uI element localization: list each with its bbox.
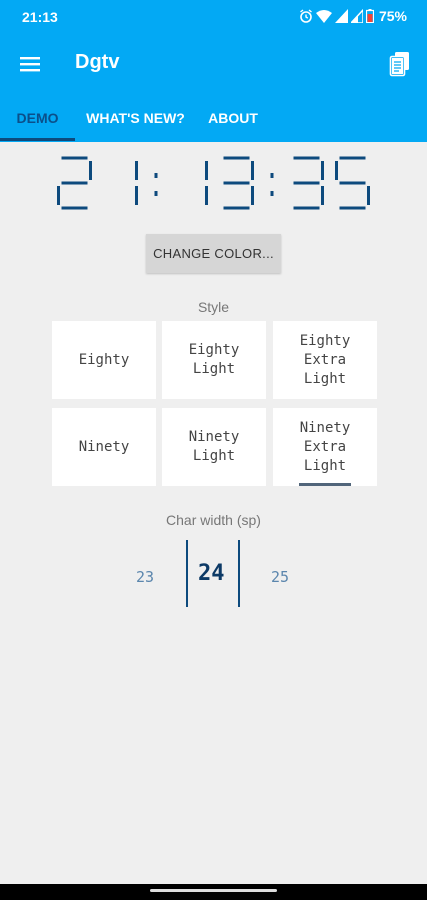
status-icons: 75% [299, 8, 407, 24]
clock-colon [270, 173, 274, 196]
style-option-ninety-light[interactable]: Ninety Light [162, 408, 266, 486]
wifi-icon [315, 9, 332, 23]
clock-digit [57, 156, 92, 210]
style-option-eighty-extra-light[interactable]: Eighty Extra Light [273, 321, 377, 399]
signal-icon [334, 9, 348, 23]
tab-bar: DEMO WHAT'S NEW? ABOUT [0, 94, 427, 142]
picker-divider-left [186, 540, 188, 607]
copy-icon[interactable] [389, 51, 411, 77]
alarm-icon [299, 9, 313, 23]
char-width-current[interactable]: 24 [198, 561, 225, 586]
tab-about[interactable]: ABOUT [200, 94, 266, 142]
picker-divider-right [238, 540, 240, 607]
battery-icon [365, 9, 374, 23]
tab-demo[interactable]: DEMO [0, 94, 75, 142]
menu-icon[interactable] [18, 52, 42, 76]
style-option-eighty[interactable]: Eighty [52, 321, 156, 399]
style-label: Style [197, 299, 230, 315]
clock-digit [293, 156, 324, 210]
clock-digit [335, 156, 370, 210]
system-nav-bar [0, 884, 427, 900]
style-option-ninety[interactable]: Ninety [52, 408, 156, 486]
status-bar: 21:13 75% [0, 0, 427, 34]
char-width-label: Char width (sp) [166, 512, 261, 528]
change-color-button[interactable]: CHANGE COLOR... [146, 234, 281, 273]
tab-whats-new[interactable]: WHAT'S NEW? [78, 94, 193, 142]
char-width-prev[interactable]: 23 [136, 568, 154, 586]
char-width-next[interactable]: 25 [271, 568, 289, 586]
status-time: 21:13 [22, 9, 58, 25]
tab-indicator [0, 138, 75, 141]
clock-colon [154, 173, 158, 196]
digital-clock [0, 150, 427, 220]
style-option-eighty-light[interactable]: Eighty Light [162, 321, 266, 399]
battery-percent: 75% [378, 8, 407, 24]
home-handle[interactable] [150, 889, 277, 892]
style-option-ninety-extra-light[interactable]: Ninety Extra Light [273, 408, 377, 486]
clock-digit [223, 156, 254, 210]
signal-2-icon [350, 9, 363, 23]
app-title: Dgtv [75, 51, 120, 73]
app-bar: Dgtv [0, 34, 427, 94]
